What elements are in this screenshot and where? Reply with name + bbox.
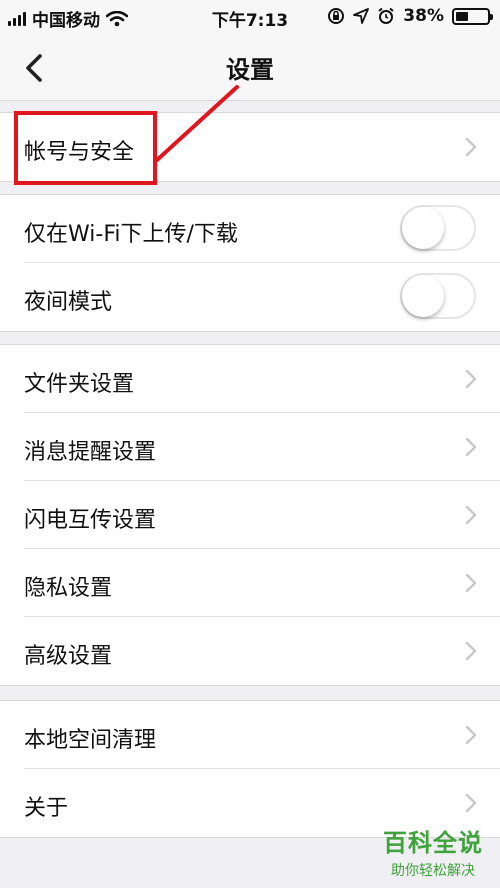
settings-row-label: 仅在Wi-Fi下上传/下载 [24, 222, 238, 247]
chevron-right-icon [465, 505, 477, 525]
settings-group-toggles: 仅在Wi-Fi下上传/下载 夜间模式 [0, 194, 500, 332]
settings-group-general: 文件夹设置 消息提醒设置 闪电互传设置 隐私设置 高级设置 [0, 344, 500, 686]
settings-group-storage: 本地空间清理 关于 [0, 700, 500, 838]
settings-row-folder[interactable]: 文件夹设置 [24, 345, 500, 413]
night-mode-toggle[interactable] [400, 273, 476, 319]
settings-row-label: 闪电互传设置 [24, 508, 157, 533]
settings-row-label: 文件夹设置 [24, 372, 135, 397]
chevron-right-icon [465, 437, 477, 457]
chevron-right-icon [465, 641, 477, 661]
wifi-only-toggle[interactable] [400, 205, 476, 251]
watermark-logo: 百科全说 助你轻松解决 [374, 823, 492, 880]
settings-row-advanced[interactable]: 高级设置 [24, 617, 500, 685]
settings-row-notifications[interactable]: 消息提醒设置 [24, 413, 500, 481]
settings-row-flash-transfer[interactable]: 闪电互传设置 [24, 481, 500, 549]
watermark-subtitle: 助你轻松解决 [391, 863, 475, 879]
battery-percent: 38% [403, 6, 444, 26]
status-bar: 中国移动 下午7:13 38% [0, 0, 500, 34]
chevron-right-icon [465, 369, 477, 389]
annotation-highlight-box [14, 111, 157, 185]
watermark-title: 百科全说 [383, 829, 483, 857]
chevron-right-icon [465, 137, 477, 157]
settings-row-label: 隐私设置 [24, 576, 113, 601]
settings-row-local-cleanup[interactable]: 本地空间清理 [24, 701, 500, 769]
chevron-right-icon [465, 793, 477, 813]
settings-row-wifi-only: 仅在Wi-Fi下上传/下载 [24, 195, 500, 263]
navigation-bar: 设置 [0, 34, 500, 101]
alarm-icon [378, 7, 394, 24]
settings-row-label: 夜间模式 [24, 290, 113, 315]
settings-row-privacy[interactable]: 隐私设置 [24, 549, 500, 617]
orientation-lock-icon [328, 8, 345, 24]
location-icon [353, 8, 370, 24]
settings-row-label: 消息提醒设置 [24, 440, 157, 465]
toggle-knob [402, 275, 444, 317]
settings-row-label: 关于 [24, 796, 69, 821]
settings-row-night-mode: 夜间模式 [24, 263, 500, 331]
chevron-right-icon [465, 573, 477, 593]
status-right: 38% [327, 6, 493, 26]
settings-row-label: 本地空间清理 [24, 728, 157, 753]
page-title: 设置 [226, 56, 274, 84]
battery-icon [452, 7, 493, 25]
toggle-knob [402, 207, 444, 249]
settings-row-label: 高级设置 [24, 644, 113, 669]
chevron-right-icon [465, 725, 477, 745]
